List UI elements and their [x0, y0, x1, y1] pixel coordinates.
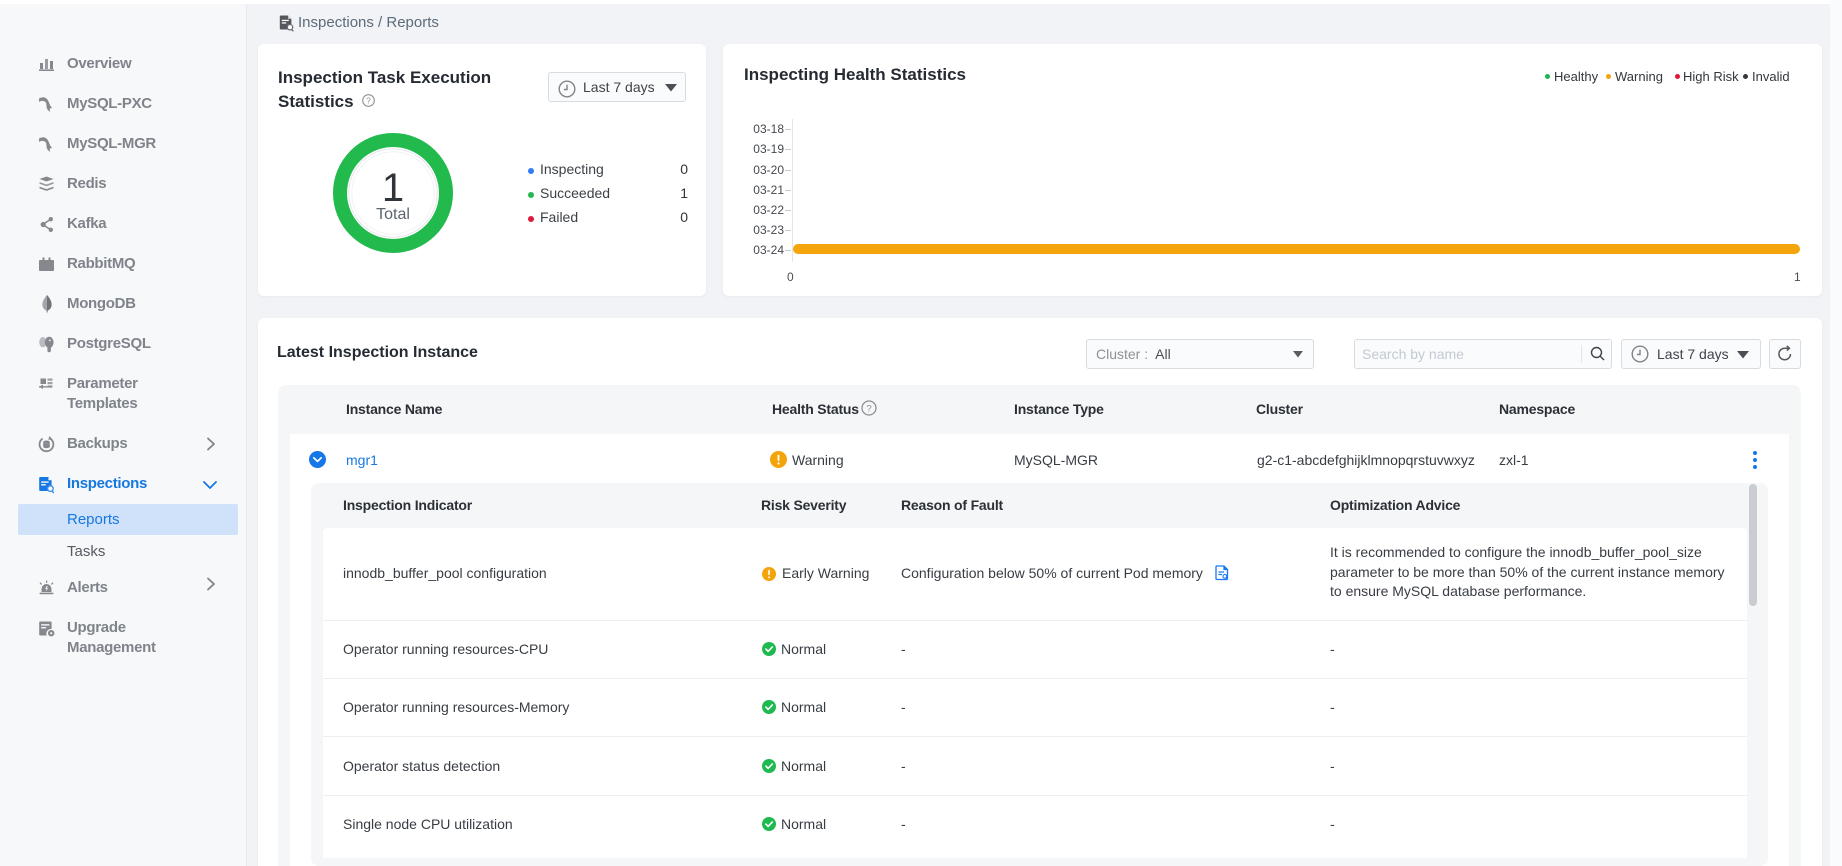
svg-text:1: 1: [382, 166, 404, 210]
svg-text:Total: Total: [376, 206, 410, 223]
svg-text:?: ?: [866, 403, 871, 414]
svg-text:?: ?: [366, 96, 371, 106]
